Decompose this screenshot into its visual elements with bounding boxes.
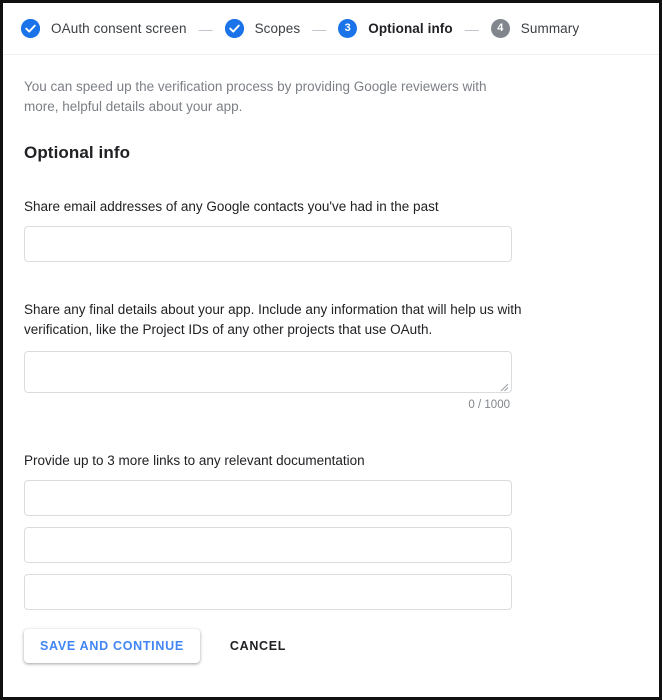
- form-content: You can speed up the verification proces…: [3, 55, 659, 663]
- step-separator: —: [464, 20, 479, 37]
- check-icon: [224, 19, 244, 38]
- wizard-page: OAuth consent screen — Scopes — 3 Option…: [0, 0, 662, 700]
- check-icon: [21, 19, 40, 38]
- final-details-textarea[interactable]: [24, 351, 512, 393]
- character-counter: 0 / 1000: [468, 399, 510, 411]
- save-and-continue-button[interactable]: SAVE AND CONTINUE: [24, 629, 200, 663]
- page-title: Optional info: [24, 143, 131, 162]
- form-actions: SAVE AND CONTINUE CANCEL: [24, 629, 638, 663]
- step-number-badge: 4: [490, 19, 510, 38]
- step-scopes[interactable]: Scopes: [224, 19, 301, 38]
- step-oauth-consent-screen[interactable]: OAuth consent screen: [21, 19, 187, 38]
- documentation-link-input-2[interactable]: [24, 527, 512, 563]
- step-label-summary: Summary: [520, 21, 580, 36]
- final-details-textarea-wrap: [24, 351, 512, 393]
- final-details-field-label: Share any final details about your app. …: [24, 302, 522, 337]
- step-label-optional-info: Optional info: [368, 21, 453, 36]
- step-separator: —: [312, 20, 327, 37]
- step-optional-info[interactable]: 3 Optional info: [338, 19, 453, 38]
- contacts-email-input[interactable]: [24, 226, 512, 262]
- contacts-field-label: Share email addresses of any Google cont…: [24, 199, 439, 214]
- step-separator: —: [198, 20, 213, 37]
- cancel-button[interactable]: CANCEL: [218, 629, 298, 663]
- step-summary[interactable]: 4 Summary: [490, 19, 580, 38]
- stepper-nav: OAuth consent screen — Scopes — 3 Option…: [3, 3, 659, 55]
- documentation-link-input-1[interactable]: [24, 480, 512, 516]
- step-number-badge: 3: [338, 19, 358, 38]
- documentation-link-input-3[interactable]: [24, 574, 512, 610]
- intro-text: You can speed up the verification proces…: [24, 79, 487, 114]
- step-label-scopes: Scopes: [254, 21, 301, 36]
- step-label-oauth-consent-screen: OAuth consent screen: [51, 21, 187, 36]
- links-field-label: Provide up to 3 more links to any releva…: [24, 453, 365, 468]
